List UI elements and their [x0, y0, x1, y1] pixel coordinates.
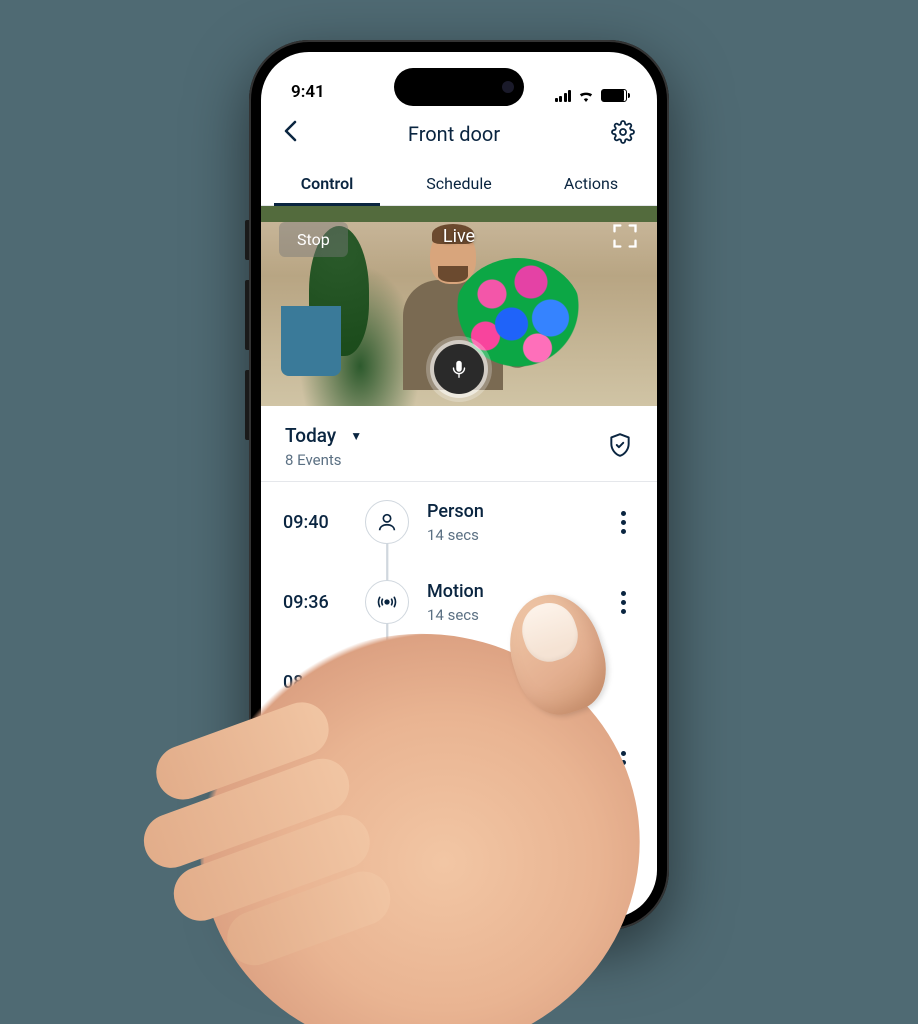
video-scene-planter [281, 306, 341, 376]
event-list[interactable]: 09:40 Person 14 secs 09:36 [261, 482, 657, 918]
event-time: 09:40 [283, 512, 347, 533]
live-indicator: Live [443, 226, 475, 247]
event-type: Person [427, 666, 635, 687]
wifi-icon [577, 89, 595, 102]
tab-schedule[interactable]: Schedule [393, 162, 525, 205]
event-duration: 14 secs [427, 606, 593, 624]
event-type: Person [427, 501, 593, 522]
motion-icon [365, 820, 409, 864]
shield-button[interactable] [607, 432, 633, 462]
event-row[interactable]: 09:36 Motion 14 secs [261, 562, 657, 642]
tab-actions[interactable]: Actions [525, 162, 657, 205]
battery-icon [601, 89, 627, 102]
tab-bar: Control Schedule Actions [261, 162, 657, 206]
event-type: Motion [427, 581, 593, 602]
dynamic-island [394, 68, 524, 106]
event-type: Sound [427, 741, 593, 762]
sound-icon [365, 740, 409, 784]
event-row[interactable]: 08:32 Person [261, 642, 657, 722]
events-count: 8 Events [285, 451, 362, 469]
back-button[interactable] [283, 120, 297, 148]
event-duration: 14 secs [427, 526, 593, 544]
fullscreen-button[interactable] [611, 222, 639, 250]
phone-screen: 9:41 Front door Control Schedule Actions [261, 52, 657, 918]
person-icon [365, 500, 409, 544]
event-time: 08:32 [283, 672, 347, 693]
event-row[interactable]: 09:40 Person 14 secs [261, 482, 657, 562]
talk-button[interactable] [434, 344, 484, 394]
motion-icon [365, 580, 409, 624]
event-more-button[interactable] [611, 591, 635, 614]
person-icon [365, 660, 409, 704]
cellular-icon [555, 90, 572, 102]
event-progress-bar [427, 695, 487, 699]
event-duration: 14 secs [427, 766, 593, 784]
event-row[interactable]: 08:12 Sound 14 secs [261, 722, 657, 802]
settings-button[interactable] [611, 120, 635, 148]
event-more-button[interactable] [611, 831, 635, 854]
page-header: Front door [261, 106, 657, 162]
event-time: 07:56 [283, 832, 347, 853]
tab-control[interactable]: Control [261, 162, 393, 205]
event-time: 09:36 [283, 592, 347, 613]
event-time: 08:12 [283, 752, 347, 773]
event-more-button[interactable] [611, 751, 635, 774]
event-type: M [427, 832, 593, 853]
page-title: Front door [408, 122, 500, 146]
event-more-button[interactable] [611, 511, 635, 534]
live-video-preview[interactable]: Stop Live [261, 206, 657, 406]
date-selector[interactable]: Today ▼ [285, 424, 362, 447]
events-header: Today ▼ 8 Events [261, 406, 657, 481]
date-selector-label: Today [285, 424, 336, 447]
event-row[interactable]: 07:56 M [261, 802, 657, 882]
status-right [555, 89, 628, 102]
status-time: 9:41 [291, 82, 325, 102]
chevron-down-icon: ▼ [350, 429, 362, 443]
phone-frame: 9:41 Front door Control Schedule Actions [249, 40, 669, 930]
video-stop-button[interactable]: Stop [279, 222, 348, 257]
